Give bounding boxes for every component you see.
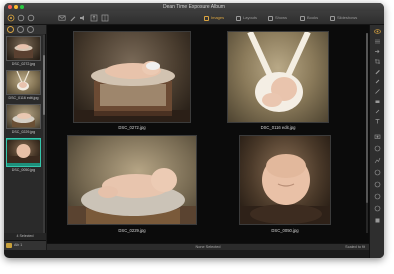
zoom-mode[interactable]: Scaled to fit [345,244,365,251]
brush-icon[interactable] [374,78,381,85]
tab-shows[interactable]: Shows [268,14,287,22]
eye-icon[interactable] [374,28,381,35]
edit-icon[interactable] [69,14,77,22]
layouts-icon [236,15,241,21]
smile-icon[interactable] [27,14,35,22]
selection-status: None Selected [195,245,221,249]
mail-icon[interactable] [58,14,66,22]
photo-card[interactable] [227,31,329,123]
sidebar-scroll-thumb[interactable] [43,55,45,115]
dropper-icon[interactable] [374,108,381,115]
photo-card[interactable] [73,31,191,123]
view-options-icon[interactable] [7,14,15,22]
photo-image [74,32,190,122]
image-grid: DSC_0272.jpg DSC_0116 edit.jpg DSC_0229.… [47,25,369,250]
grid-scrollbar[interactable] [366,33,368,233]
share-icon[interactable] [374,217,381,224]
places-icon[interactable] [27,26,34,33]
photo-image [240,136,330,224]
album-icon[interactable] [6,243,12,248]
photo-card[interactable] [67,135,197,225]
images-icon [204,15,209,21]
arrow-icon[interactable] [374,48,381,55]
levels-icon[interactable] [374,157,381,164]
thumbnail-image [7,105,40,128]
photo-caption: DSC_0050.jpg [271,228,299,233]
adjust-icon[interactable] [374,145,381,152]
faces-icon[interactable] [17,26,24,33]
tab-books[interactable]: Books [300,14,318,22]
grid-scroll-thumb[interactable] [366,33,368,203]
tab-slideshows[interactable]: Slideshows [330,14,357,22]
zoom-window-button[interactable] [20,5,24,9]
thumbnail-image [7,140,40,163]
status-bar: None Selected Scaled to fit [47,243,369,250]
close-window-button[interactable] [8,5,12,9]
filter-icon[interactable] [374,169,381,176]
album-label[interactable]: Alb 1 [14,243,22,248]
app-window: Dean Time Exposure Album Images Layouts … [4,3,384,258]
grid-icon[interactable] [101,14,109,22]
tool-panel [369,25,384,258]
pen-icon[interactable] [374,88,381,95]
settings-icon[interactable] [17,14,25,22]
selection-count: 4 Selected [4,233,46,240]
thumbnail-image [7,37,40,60]
thumbnail-image [7,70,40,94]
tab-images[interactable]: Images [204,14,224,22]
title-bar: Dean Time Exposure Album [4,3,384,11]
browse-icon[interactable] [7,26,14,33]
info-icon[interactable] [374,205,381,212]
minimize-window-button[interactable] [14,5,18,9]
export-icon[interactable] [90,14,98,22]
list-icon[interactable] [374,38,381,45]
photo-caption: DSC_0272.jpg [118,125,146,130]
color-icon[interactable] [374,193,381,200]
thumbnail-sidebar: DSC_0272.jpg DSC_0116 edit.jpg DSC_0229.… [4,25,46,250]
eraser-icon[interactable] [374,98,381,105]
window-title: Dean Time Exposure Album [163,4,225,10]
tab-layouts[interactable]: Layouts [236,14,257,22]
sidebar-footer: Alb 1 [4,240,46,250]
photo-caption: DSC_0116 edit.jpg [260,125,296,130]
camera-icon[interactable] [374,133,381,140]
sidebar-header [4,25,46,34]
shows-icon [268,15,273,21]
slideshows-icon [330,15,335,21]
sidebar-scrollbar[interactable] [43,35,45,240]
text-icon[interactable] [374,118,381,125]
crop-icon[interactable] [374,58,381,65]
volume-icon[interactable] [79,14,87,22]
photo-card[interactable] [239,135,331,225]
photo-caption: DSC_0229.jpg [118,228,146,233]
books-icon [300,15,305,21]
pencil-icon[interactable] [374,68,381,75]
effects-icon[interactable] [374,181,381,188]
toolbar: Images Layouts Shows Books Slideshows [4,11,384,25]
photo-image [68,136,196,224]
photo-image [228,32,328,122]
